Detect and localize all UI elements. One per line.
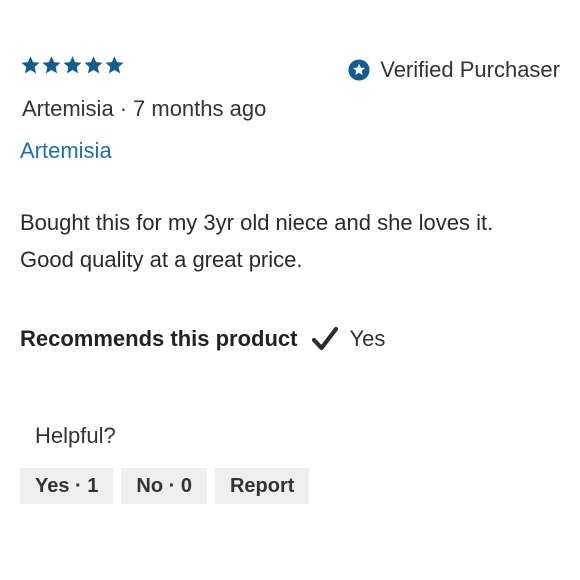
helpful-label: Helpful? (35, 423, 116, 448)
star-icon (20, 55, 41, 75)
verified-purchaser-badge: Verified Purchaser (348, 57, 560, 83)
recommends-label: Recommends this product (20, 326, 298, 351)
checkmark-icon (311, 326, 339, 352)
star-icon (41, 55, 62, 75)
verified-label: Verified Purchaser (380, 57, 560, 82)
helpful-yes-button[interactable]: Yes · 1 (20, 468, 114, 504)
star-badge-icon (348, 59, 370, 81)
review-card: Verified Purchaser Artemisia · 7 months ag… (0, 0, 580, 580)
author-profile-link[interactable]: Artemisia (20, 138, 112, 164)
review-age: 7 months ago (133, 96, 267, 121)
separator: · (119, 96, 128, 121)
star-icon (104, 55, 125, 75)
author-name: Artemisia (22, 96, 114, 121)
helpful-buttons: Yes · 1 No · 0 Report (20, 468, 310, 504)
recommendation: Recommends this product Yes (20, 326, 385, 352)
author-meta: Artemisia · 7 months ago (22, 96, 266, 122)
report-button[interactable]: Report (214, 468, 310, 504)
star-icon (62, 55, 83, 75)
star-rating (20, 55, 125, 75)
review-body: Bought this for my 3yr old niece and she… (20, 210, 494, 272)
star-icon (83, 55, 104, 75)
helpful-no-button[interactable]: No · 0 (121, 468, 207, 504)
recommends-value: Yes (349, 326, 386, 351)
